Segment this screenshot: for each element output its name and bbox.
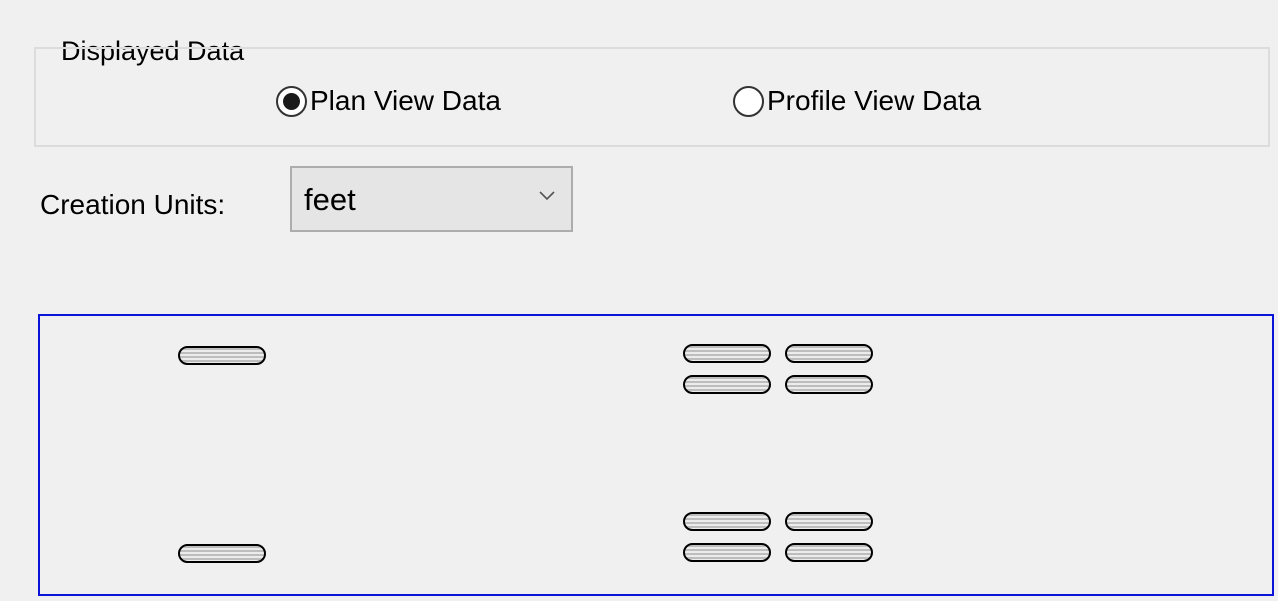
radio-button-icon[interactable] [733, 85, 764, 117]
creation-units-dropdown[interactable]: feet [290, 166, 573, 232]
chevron-down-icon[interactable] [537, 188, 557, 204]
preview-label-marker [683, 344, 771, 363]
preview-label-marker [785, 512, 873, 531]
preview-label-marker [785, 344, 873, 363]
label-style-preview [38, 314, 1274, 596]
radio-button-icon[interactable] [276, 85, 307, 117]
preview-label-marker [178, 544, 266, 563]
profile-view-data-radio[interactable]: Profile View Data [733, 81, 981, 121]
creation-units-value: feet [304, 182, 356, 217]
preview-label-marker [683, 375, 771, 394]
preview-label-marker [785, 543, 873, 562]
preview-label-marker [683, 512, 771, 531]
preview-label-marker [683, 543, 771, 562]
profile-view-data-label[interactable]: Profile View Data [767, 85, 981, 117]
preview-label-marker [785, 375, 873, 394]
creation-units-label: Creation Units: [40, 189, 226, 220]
plan-view-data-label[interactable]: Plan View Data [310, 85, 501, 117]
radio-selected-dot [283, 92, 300, 110]
plan-view-data-radio[interactable]: Plan View Data [276, 81, 501, 121]
displayed-data-group [34, 47, 1270, 147]
preview-label-marker [178, 346, 266, 365]
